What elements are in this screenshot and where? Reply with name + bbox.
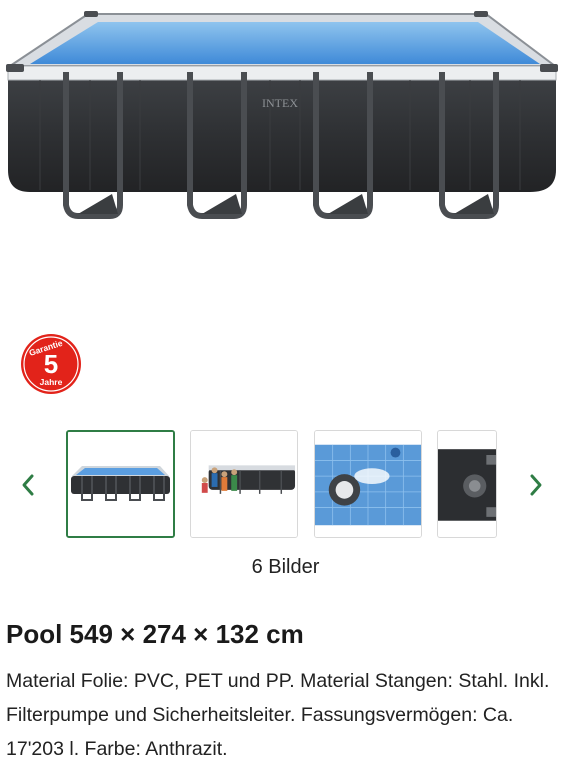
guarantee-badge: Garantie 5 Jahre <box>20 333 82 395</box>
gallery-thumb-3[interactable] <box>314 430 422 538</box>
thumb-pool-cleaner-image <box>315 431 421 537</box>
product-main-image[interactable]: INTEX <box>0 0 571 300</box>
thumb-pool-family-image <box>191 431 297 537</box>
gallery-thumb-1[interactable] <box>66 430 175 538</box>
product-description: Material Folie: PVC, PET und PP. Materia… <box>6 670 550 760</box>
badge-bottom-text: Jahre <box>40 377 63 387</box>
gallery-thumb-4[interactable] <box>437 430 497 538</box>
gallery-thumb-2[interactable] <box>190 430 298 538</box>
image-count-label[interactable]: 6 Bilder <box>0 556 571 579</box>
badge-number: 5 <box>44 349 58 379</box>
product-title: Pool 549 × 274 × 132 cm <box>6 619 304 649</box>
gallery-next-button[interactable] <box>522 470 550 500</box>
chevron-right-icon <box>530 474 542 496</box>
image-gallery <box>0 430 571 540</box>
chevron-left-icon <box>22 474 34 496</box>
gallery-prev-button[interactable] <box>14 470 42 500</box>
thumb-pool-front-image <box>68 432 173 536</box>
pool-brand-print: INTEX <box>262 96 298 110</box>
thumb-pump-image <box>438 431 496 537</box>
